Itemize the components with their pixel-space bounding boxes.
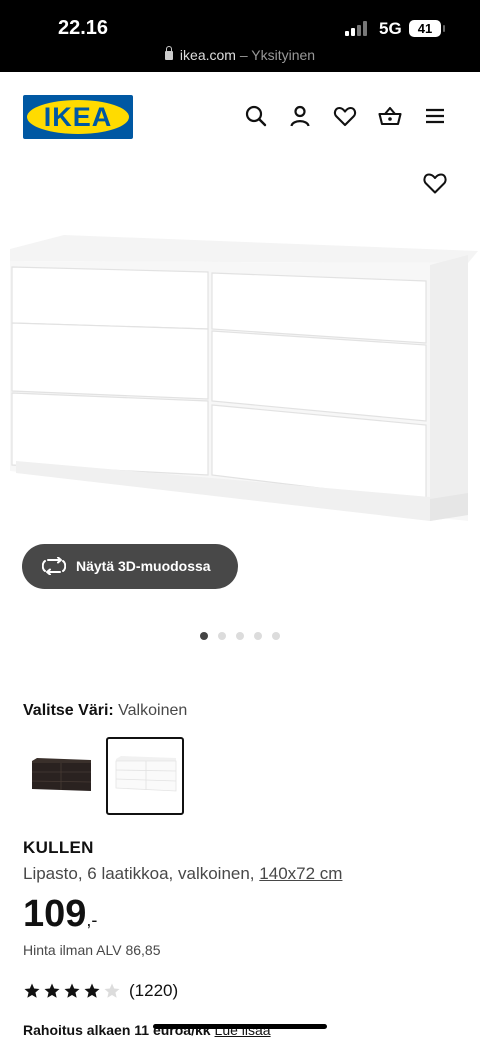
- menu-icon[interactable]: [423, 104, 447, 128]
- gallery-dot[interactable]: [236, 632, 244, 640]
- color-label: Valitse Väri:: [23, 702, 114, 719]
- ikea-logo[interactable]: IKEA: [23, 95, 133, 139]
- view-3d-button[interactable]: Näytä 3D-muodossa: [22, 544, 238, 589]
- home-indicator[interactable]: [153, 1024, 327, 1029]
- battery-icon: 41: [409, 20, 445, 37]
- gallery-dot[interactable]: [272, 632, 280, 640]
- cart-icon[interactable]: [378, 104, 402, 128]
- color-swatch-white[interactable]: [106, 737, 184, 815]
- view-3d-label: Näytä 3D-muodossa: [76, 558, 211, 574]
- url-bar[interactable]: ikea.com – Yksityinen: [0, 46, 480, 63]
- gallery-dot[interactable]: [254, 632, 262, 640]
- signal-icon: [345, 20, 371, 36]
- rotate-3d-icon: [42, 557, 66, 575]
- lock-icon: [164, 46, 173, 60]
- star-filled-icon: [44, 983, 60, 998]
- status-bar: 22.16 5G 41 ikea.com – Yksityinen: [0, 0, 480, 72]
- product-description: Lipasto, 6 laatikkoa, valkoinen, 140x72 …: [23, 864, 342, 884]
- add-to-favourites-icon[interactable]: [422, 171, 448, 195]
- star-filled-icon: [24, 983, 40, 998]
- star-filled-icon: [64, 983, 80, 998]
- product-type: Lipasto, 6 laatikkoa, valkoinen,: [23, 864, 255, 883]
- account-icon[interactable]: [288, 104, 312, 128]
- product-name: KULLEN: [23, 838, 94, 857]
- product-image[interactable]: [0, 225, 480, 545]
- star-filled-icon: [84, 983, 100, 998]
- url-domain: ikea.com: [179, 47, 236, 63]
- color-value: Valkoinen: [118, 702, 188, 719]
- price-excl-vat: Hinta ilman ALV 86,85: [23, 942, 161, 958]
- gallery-dot[interactable]: [218, 632, 226, 640]
- logo-text: IKEA: [43, 102, 113, 132]
- favourites-icon[interactable]: [333, 104, 357, 128]
- status-time: 22.16: [58, 17, 109, 39]
- url-suffix: – Yksityinen: [239, 47, 316, 63]
- gallery-dot[interactable]: [200, 632, 208, 640]
- network-label: 5G: [379, 19, 402, 38]
- price-value: 109: [23, 893, 87, 935]
- color-swatch-black-brown[interactable]: [23, 737, 101, 815]
- star-empty-icon: [104, 983, 120, 998]
- price-suffix: ,-: [86, 910, 98, 930]
- review-count[interactable]: (1220): [129, 981, 178, 1001]
- search-icon[interactable]: [244, 104, 268, 128]
- color-selector-label: Valitse Väri: Valkoinen: [23, 702, 187, 720]
- product-dimensions-link[interactable]: 140x72 cm: [259, 864, 342, 883]
- product-price: 109,-: [23, 893, 97, 936]
